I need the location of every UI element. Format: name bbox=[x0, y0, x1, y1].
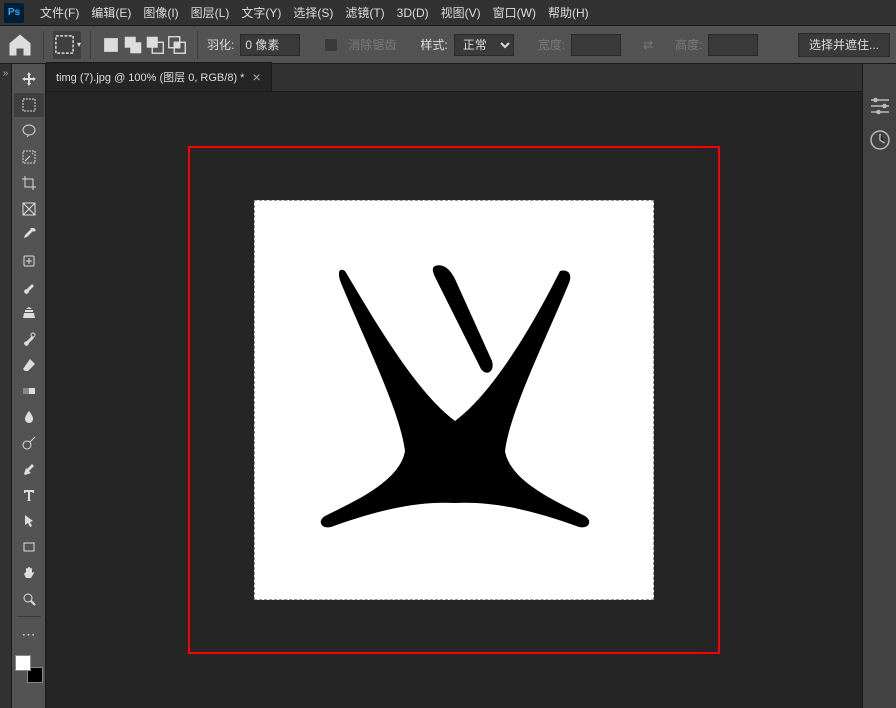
menu-edit[interactable]: 编辑(E) bbox=[85, 0, 137, 26]
selection-mode-group bbox=[100, 34, 188, 56]
marquee-preset-button[interactable]: ▾ bbox=[53, 31, 81, 59]
document-tab-bar: timg (7).jpg @ 100% (图层 0, RGB/8) * × bbox=[46, 64, 862, 92]
menu-layer[interactable]: 图层(L) bbox=[185, 0, 236, 26]
sliders-icon bbox=[868, 94, 892, 118]
chevron-down-icon: ▾ bbox=[77, 40, 81, 49]
right-panel-dock bbox=[862, 64, 896, 708]
gradient-tool[interactable] bbox=[14, 379, 44, 403]
move-tool[interactable] bbox=[14, 67, 44, 91]
hand-tool[interactable] bbox=[14, 561, 44, 585]
app-logo: Ps bbox=[4, 3, 24, 23]
options-bar: ▾ 羽化: 消除锯齿 样式: 正常 宽度: ⇄ 高度: 选择并遮住... bbox=[0, 26, 896, 64]
chevron-right-icon: » bbox=[3, 68, 9, 79]
document-tab[interactable]: timg (7).jpg @ 100% (图层 0, RGB/8) * × bbox=[46, 62, 272, 91]
width-input bbox=[571, 34, 621, 56]
canvas[interactable] bbox=[254, 200, 654, 600]
menu-file[interactable]: 文件(F) bbox=[34, 0, 85, 26]
antialias-label: 消除锯齿 bbox=[348, 36, 396, 53]
height-input bbox=[708, 34, 758, 56]
menu-3d[interactable]: 3D(D) bbox=[391, 0, 435, 26]
style-select[interactable]: 正常 bbox=[454, 34, 514, 56]
divider bbox=[43, 31, 44, 59]
lasso-tool[interactable] bbox=[14, 119, 44, 143]
pen-tool[interactable] bbox=[14, 457, 44, 481]
menu-window[interactable]: 窗口(W) bbox=[487, 0, 542, 26]
close-tab-button[interactable]: × bbox=[252, 70, 260, 84]
main-area: » ⋯ timg (7).jpg @ 100 bbox=[0, 64, 896, 708]
antialias-checkbox bbox=[324, 38, 338, 52]
add-selection-icon bbox=[122, 34, 144, 56]
selection-subtract-button[interactable] bbox=[144, 34, 166, 56]
edit-toolbar-button[interactable]: ⋯ bbox=[14, 622, 44, 646]
history-brush-tool[interactable] bbox=[14, 327, 44, 351]
marquee-tool[interactable] bbox=[14, 93, 44, 117]
foreground-color-swatch[interactable] bbox=[15, 655, 31, 671]
menu-image[interactable]: 图像(I) bbox=[137, 0, 184, 26]
selection-add-button[interactable] bbox=[122, 34, 144, 56]
home-button[interactable] bbox=[6, 31, 34, 59]
rectangle-tool[interactable] bbox=[14, 535, 44, 559]
menu-bar: Ps 文件(F) 编辑(E) 图像(I) 图层(L) 文字(Y) 选择(S) 滤… bbox=[0, 0, 896, 26]
toolbar-divider bbox=[17, 616, 41, 617]
swap-wh-icon: ⇄ bbox=[643, 38, 653, 52]
brush-tool[interactable] bbox=[14, 275, 44, 299]
selection-new-button[interactable] bbox=[100, 34, 122, 56]
divider bbox=[197, 31, 198, 59]
eyedropper-tool[interactable] bbox=[14, 223, 44, 247]
dodge-tool[interactable] bbox=[14, 431, 44, 455]
canvas-viewport[interactable] bbox=[46, 92, 862, 708]
width-label: 宽度: bbox=[538, 36, 565, 53]
subtract-selection-icon bbox=[144, 34, 166, 56]
marquee-icon bbox=[53, 33, 76, 56]
document-area: timg (7).jpg @ 100% (图层 0, RGB/8) * × bbox=[46, 64, 862, 708]
menu-select[interactable]: 选择(S) bbox=[287, 0, 339, 26]
new-selection-icon bbox=[100, 34, 122, 56]
properties-panel-button[interactable] bbox=[868, 94, 892, 118]
menu-view[interactable]: 视图(V) bbox=[435, 0, 487, 26]
frame-tool[interactable] bbox=[14, 197, 44, 221]
height-label: 高度: bbox=[675, 36, 702, 53]
menu-help[interactable]: 帮助(H) bbox=[542, 0, 595, 26]
document-tab-title: timg (7).jpg @ 100% (图层 0, RGB/8) * bbox=[56, 69, 244, 85]
history-panel-button[interactable] bbox=[868, 128, 892, 152]
home-icon bbox=[6, 31, 34, 59]
zoom-tool[interactable] bbox=[14, 587, 44, 611]
history-icon bbox=[868, 128, 892, 152]
color-swatches[interactable] bbox=[15, 655, 43, 683]
feather-label: 羽化: bbox=[207, 36, 234, 53]
path-selection-tool[interactable] bbox=[14, 509, 44, 533]
eraser-tool[interactable] bbox=[14, 353, 44, 377]
selection-intersect-button[interactable] bbox=[166, 34, 188, 56]
type-tool[interactable] bbox=[14, 483, 44, 507]
healing-brush-tool[interactable] bbox=[14, 249, 44, 273]
tool-panel: ⋯ bbox=[12, 64, 46, 708]
style-label: 样式: bbox=[420, 36, 447, 53]
divider bbox=[90, 31, 91, 59]
intersect-selection-icon bbox=[166, 34, 188, 56]
magic-wand-tool[interactable] bbox=[14, 145, 44, 169]
blur-tool[interactable] bbox=[14, 405, 44, 429]
crop-tool[interactable] bbox=[14, 171, 44, 195]
menu-filter[interactable]: 滤镜(T) bbox=[339, 0, 390, 26]
menu-type[interactable]: 文字(Y) bbox=[235, 0, 287, 26]
panel-collapse-button[interactable]: » bbox=[0, 64, 12, 708]
clone-stamp-tool[interactable] bbox=[14, 301, 44, 325]
artwork-icon bbox=[255, 201, 655, 601]
feather-input[interactable] bbox=[240, 34, 300, 56]
select-and-mask-button[interactable]: 选择并遮住... bbox=[798, 33, 890, 57]
